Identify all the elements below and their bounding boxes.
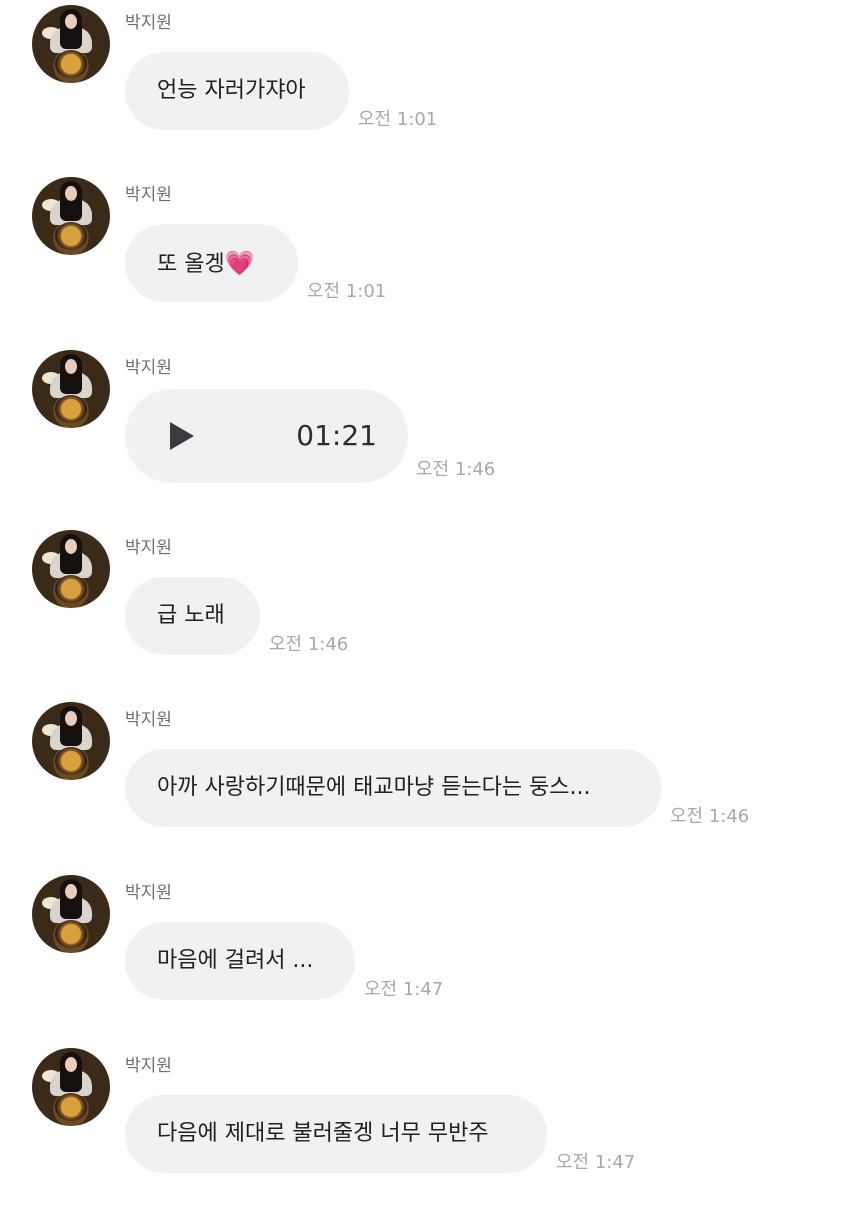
message-text: 마음에 걸려서 ... <box>157 948 314 973</box>
avatar-food-pan-shape <box>55 575 87 603</box>
message-text: 다음에 제대로 불러줄겡 너무 무반주 <box>157 1121 489 1146</box>
sender-name: 박지원 <box>125 883 172 903</box>
message-text: 급 노래 <box>157 603 225 628</box>
message-time: 오전 1:01 <box>358 109 438 130</box>
avatar-face-shape <box>65 539 77 554</box>
message-time: 오전 1:47 <box>556 1152 636 1173</box>
avatar-food-pan-shape <box>55 747 87 775</box>
message-time: 오전 1:47 <box>364 979 444 1000</box>
message-bubble[interactable]: 언능 자러가쟈아 <box>125 52 349 130</box>
avatar-food-pan-shape <box>55 1093 87 1121</box>
message-bubble[interactable]: 또 올겡💗 <box>125 224 298 302</box>
message-time: 오전 1:46 <box>269 634 349 655</box>
sender-name: 박지원 <box>125 13 172 33</box>
avatar[interactable] <box>32 5 110 83</box>
message-time: 오전 1:01 <box>307 281 387 302</box>
message-row: 박지원 아까 사랑하기때문에 태교마냥 듣는다는 둥스... 오전 1:46 <box>0 702 843 874</box>
voice-duration: 01:21 <box>296 419 377 452</box>
message-bubble[interactable]: 아까 사랑하기때문에 태교마냥 듣는다는 둥스... <box>125 749 662 827</box>
avatar-face-shape <box>65 884 77 899</box>
sender-name: 박지원 <box>125 358 172 378</box>
sender-name: 박지원 <box>125 710 172 730</box>
message-text: 언능 자러가쟈아 <box>157 78 306 103</box>
avatar-face-shape <box>65 1057 77 1072</box>
avatar-food-pan-shape <box>55 222 87 250</box>
avatar-food-pan-shape <box>55 50 87 78</box>
message-bubble[interactable]: 급 노래 <box>125 577 260 655</box>
sender-name: 박지원 <box>125 538 172 558</box>
message-time: 오전 1:46 <box>416 459 496 480</box>
avatar[interactable] <box>32 530 110 608</box>
avatar-face-shape <box>65 14 77 29</box>
message-row: 박지원 다음에 제대로 불러줄겡 너무 무반주 오전 1:47 <box>0 1048 843 1220</box>
avatar[interactable] <box>32 1048 110 1126</box>
sender-name: 박지원 <box>125 1056 172 1076</box>
avatar[interactable] <box>32 875 110 953</box>
avatar[interactable] <box>32 177 110 255</box>
avatar[interactable] <box>32 702 110 780</box>
avatar[interactable] <box>32 350 110 428</box>
message-text: 또 올겡 <box>157 252 225 277</box>
sender-name: 박지원 <box>125 185 172 205</box>
message-text: 아까 사랑하기때문에 태교마냥 듣는다는 둥스... <box>157 775 591 800</box>
message-row: 박지원 언능 자러가쟈아 오전 1:01 <box>0 5 843 177</box>
avatar-face-shape <box>65 711 77 726</box>
avatar-face-shape <box>65 359 77 374</box>
message-row: 박지원 급 노래 오전 1:46 <box>0 530 843 702</box>
message-row: 박지원 또 올겡💗 오전 1:01 <box>0 177 843 349</box>
heart-icon: 💗 <box>224 249 255 277</box>
play-icon[interactable] <box>170 422 194 450</box>
message-bubble[interactable]: 마음에 걸려서 ... <box>125 922 355 1000</box>
message-row: 박지원 01:21 오전 1:46 <box>0 350 843 522</box>
message-row: 박지원 마음에 걸려서 ... 오전 1:47 <box>0 875 843 1047</box>
avatar-face-shape <box>65 186 77 201</box>
avatar-food-pan-shape <box>55 395 87 423</box>
message-bubble[interactable]: 다음에 제대로 불러줄겡 너무 무반주 <box>125 1095 547 1173</box>
message-time: 오전 1:46 <box>670 806 750 827</box>
avatar-food-pan-shape <box>55 920 87 948</box>
voice-message-bubble[interactable]: 01:21 <box>125 389 408 483</box>
